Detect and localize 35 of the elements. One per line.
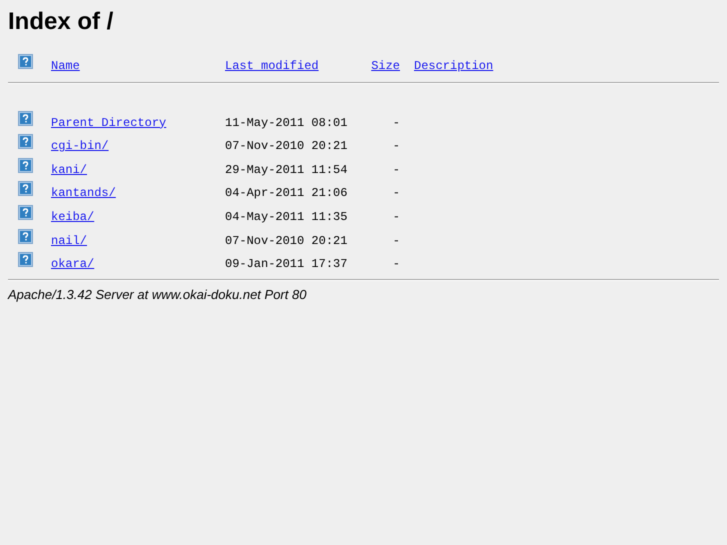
unknown-file-icon	[18, 110, 33, 126]
modified-date: 29-May-2011 11:54	[225, 162, 348, 177]
directory-link[interactable]: kani/	[51, 162, 88, 177]
column-header-link[interactable]: Name	[51, 59, 80, 73]
page-title: Index of /	[8, 8, 114, 36]
column-header-link[interactable]: Size	[371, 59, 400, 73]
directory-link[interactable]: kantands/	[51, 186, 116, 200]
modified-date: 04-Apr-2011 21:06	[225, 186, 348, 200]
modified-date: 11-May-2011 08:01	[225, 116, 348, 130]
unknown-file-icon	[18, 204, 33, 220]
column-header-link[interactable]: Description	[414, 59, 494, 73]
modified-date: 07-Nov-2010 20:21	[225, 139, 348, 154]
unknown-file-icon	[18, 158, 33, 173]
directory-link[interactable]: keiba/	[51, 210, 94, 224]
unknown-file-icon	[18, 181, 33, 196]
column-header-link[interactable]: Last modified	[225, 59, 319, 73]
file-size: -	[392, 186, 400, 200]
file-size: -	[392, 116, 400, 130]
file-size: -	[392, 139, 400, 154]
file-size: -	[392, 257, 400, 272]
directory-link[interactable]: okara/	[51, 257, 94, 272]
unknown-file-icon	[18, 228, 33, 244]
unknown-file-icon	[18, 134, 33, 150]
unknown-file-icon	[18, 252, 33, 268]
directory-link[interactable]: Parent Directory	[51, 116, 166, 130]
directory-link[interactable]: nail/	[51, 234, 88, 248]
modified-date: 09-Jan-2011 17:37	[225, 257, 348, 272]
modified-date: 04-May-2011 11:35	[225, 210, 348, 224]
file-size: -	[392, 210, 400, 224]
modified-date: 07-Nov-2010 20:21	[225, 234, 348, 248]
file-size: -	[392, 234, 400, 248]
server-signature: Apache/1.3.42 Server at www.okai-doku.net Port 80	[8, 286, 308, 302]
directory-link[interactable]: cgi-bin/	[51, 139, 109, 154]
file-size: -	[392, 162, 400, 177]
unknown-file-icon	[18, 54, 33, 69]
